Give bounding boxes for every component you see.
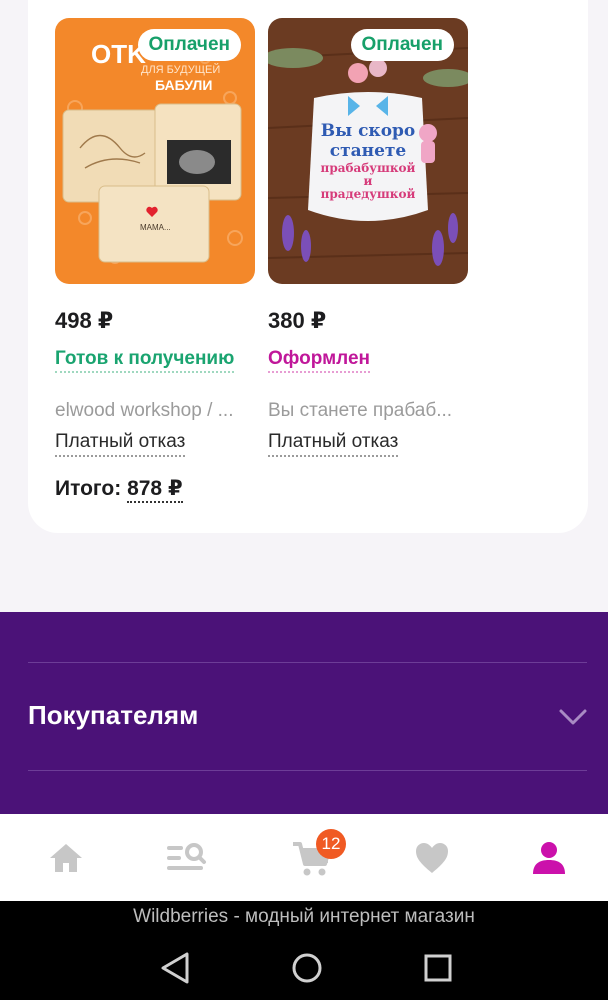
bottom-tab-bar bbox=[0, 814, 608, 901]
back-icon[interactable] bbox=[156, 948, 196, 988]
tab-favorites[interactable] bbox=[408, 834, 456, 882]
tagline-text: ДЛЯ БУДУЩЕЙ bbox=[141, 63, 220, 76]
tab-home[interactable] bbox=[42, 834, 90, 882]
plate-line: прадедушкой bbox=[321, 187, 416, 201]
plate-line: и bbox=[364, 174, 373, 188]
status-link[interactable]: Готов к получению bbox=[55, 348, 235, 373]
price: 498 ₽ bbox=[55, 308, 114, 333]
paid-refusal-link[interactable]: Платный отказ bbox=[268, 431, 399, 457]
plate-line: прабабушкой bbox=[321, 161, 416, 175]
footer-section-buyers[interactable]: Покупателям bbox=[28, 700, 198, 731]
home-circle-icon[interactable] bbox=[287, 948, 327, 988]
plate-line: станете bbox=[330, 141, 407, 161]
seller-name: elwood workshop / ... bbox=[55, 400, 234, 421]
cart-count-badge: 12 bbox=[316, 829, 346, 859]
profile-icon bbox=[533, 842, 565, 874]
divider bbox=[28, 770, 587, 771]
product-image[interactable]: OTK ДЛЯ БУДУЩЕЙ БАБУЛИ МАМА... Оплачен bbox=[55, 18, 255, 284]
tab-catalog[interactable] bbox=[162, 834, 210, 882]
recents-icon[interactable] bbox=[418, 948, 458, 988]
catalog-search-icon bbox=[167, 843, 206, 870]
divider bbox=[28, 662, 587, 663]
order-total: Итого: 878 ₽ bbox=[55, 476, 183, 503]
heart-icon bbox=[416, 843, 448, 873]
status-link[interactable]: Оформлен bbox=[268, 348, 371, 373]
price: 380 ₽ bbox=[268, 308, 327, 333]
total-amount[interactable]: 878 ₽ bbox=[127, 477, 183, 503]
total-label: Итого: bbox=[55, 477, 122, 500]
product-name: Вы станете прабаб... bbox=[268, 400, 453, 421]
tagline-text: БАБУЛИ bbox=[155, 77, 212, 93]
window-title: Wildberries - модный интернет магазин bbox=[133, 906, 475, 927]
home-icon bbox=[50, 844, 82, 872]
plate-text: МАМА... bbox=[140, 223, 171, 232]
order-item[interactable]: Вы скоро станете прабабушкой и прадедушк… bbox=[268, 18, 468, 457]
paid-badge: Оплачен bbox=[350, 29, 454, 61]
paid-refusal-link[interactable]: Платный отказ bbox=[55, 431, 186, 457]
product-image[interactable]: Вы скоро станете прабабушкой и прадедушк… bbox=[268, 18, 468, 284]
plate-line: Вы скоро bbox=[321, 121, 416, 141]
chevron-down-icon[interactable] bbox=[558, 702, 588, 732]
tab-profile[interactable] bbox=[525, 834, 573, 882]
order-item[interactable]: OTK ДЛЯ БУДУЩЕЙ БАБУЛИ МАМА... Оплачен 4… bbox=[55, 18, 255, 457]
paid-badge: Оплачен bbox=[137, 29, 241, 61]
order-section: OTK ДЛЯ БУДУЩЕЙ БАБУЛИ МАМА... Оплачен 4… bbox=[0, 0, 608, 612]
